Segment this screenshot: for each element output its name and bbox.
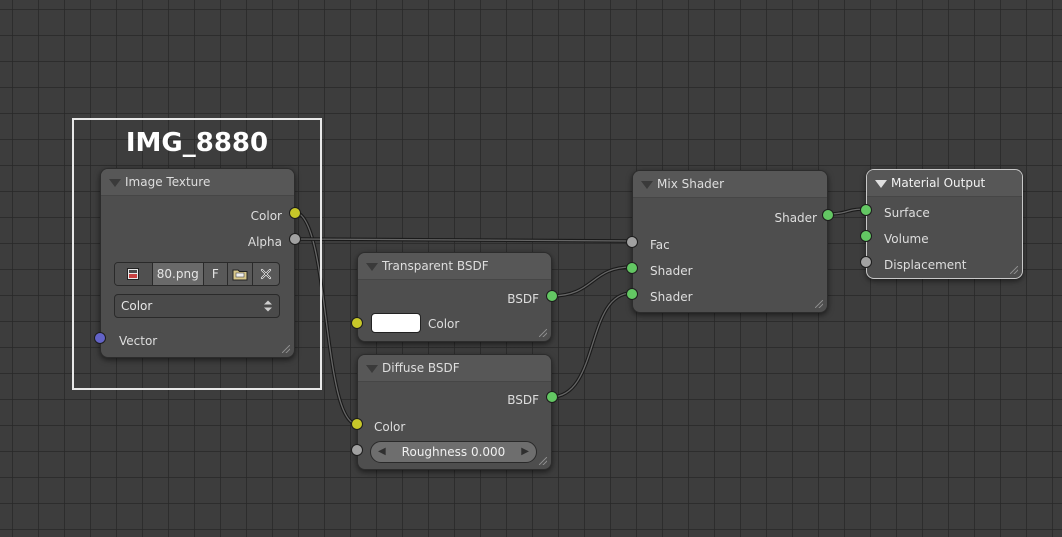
triangle-down-icon[interactable] — [366, 263, 378, 271]
input-socket-color[interactable] — [351, 418, 363, 430]
input-socket-fac[interactable] — [626, 236, 638, 248]
input-socket-volume[interactable] — [860, 230, 872, 242]
folder-icon — [232, 269, 248, 281]
input-label-shader-2: Shader — [650, 290, 693, 304]
input-socket-surface[interactable] — [860, 204, 872, 216]
node-header[interactable]: Image Texture — [101, 169, 294, 196]
resize-handle[interactable] — [539, 329, 547, 337]
image-selector[interactable]: 80.png F — [114, 262, 280, 286]
unlink-image-button[interactable] — [253, 263, 279, 285]
color-space-value: Color — [121, 299, 153, 313]
node-title: Image Texture — [125, 175, 211, 189]
resize-handle[interactable] — [282, 345, 290, 353]
roughness-value: Roughness 0.000 — [401, 445, 506, 459]
triangle-down-icon[interactable] — [109, 179, 121, 187]
image-browse-button[interactable] — [115, 263, 153, 285]
input-socket-roughness[interactable] — [351, 444, 363, 456]
output-socket-color[interactable] — [289, 207, 301, 219]
image-icon — [127, 268, 140, 280]
input-socket-shader-1[interactable] — [626, 262, 638, 274]
color-swatch[interactable] — [371, 313, 421, 333]
input-label-displacement: Displacement — [884, 258, 967, 272]
link-diffuse-to-mix-shader2[interactable] — [549, 291, 634, 399]
triangle-down-icon[interactable] — [875, 180, 887, 188]
input-label-vector: Vector — [119, 334, 158, 348]
resize-handle[interactable] — [815, 300, 823, 308]
diffuse-bsdf-node[interactable]: Diffuse BSDF BSDF Color ◀ Roughness 0.00… — [351, 354, 558, 470]
node-header[interactable]: Material Output — [867, 170, 1022, 197]
output-socket-bsdf[interactable] — [546, 290, 558, 302]
triangle-down-icon[interactable] — [641, 181, 653, 189]
node-header[interactable]: Transparent BSDF — [358, 253, 551, 280]
input-label-volume: Volume — [884, 232, 929, 246]
material-output-node[interactable]: Material Output Surface Volume Displacem… — [860, 169, 1023, 279]
decrement-arrow-icon[interactable]: ◀ — [378, 442, 386, 462]
output-label-bsdf: BSDF — [507, 292, 539, 306]
input-label-fac: Fac — [650, 238, 670, 252]
node-title: Diffuse BSDF — [382, 361, 460, 375]
mix-shader-node[interactable]: Mix Shader Shader Fac Shader Shader — [626, 170, 834, 313]
roughness-slider[interactable]: ◀ Roughness 0.000 ▶ — [370, 441, 537, 463]
open-image-button[interactable] — [228, 263, 254, 285]
node-title: Mix Shader — [657, 177, 725, 191]
transparent-bsdf-node[interactable]: Transparent BSDF BSDF Color — [351, 252, 558, 342]
output-socket-alpha[interactable] — [289, 233, 301, 245]
frame-title: IMG_8880 — [125, 128, 269, 158]
node-title: Transparent BSDF — [382, 259, 489, 273]
input-label-color: Color — [428, 317, 460, 331]
output-socket-bsdf[interactable] — [546, 391, 558, 403]
input-socket-displacement[interactable] — [860, 256, 872, 268]
node-title: Material Output — [891, 176, 986, 190]
input-label-color: Color — [374, 420, 406, 434]
link-transparent-to-mix-shader1[interactable] — [549, 265, 634, 298]
triangle-down-icon[interactable] — [366, 365, 378, 373]
node-header[interactable]: Diffuse BSDF — [358, 355, 551, 382]
output-label-alpha: Alpha — [247, 235, 282, 249]
output-socket-shader[interactable] — [822, 209, 834, 221]
resize-handle[interactable] — [1010, 266, 1018, 274]
resize-handle[interactable] — [539, 457, 547, 465]
input-socket-vector[interactable] — [94, 332, 106, 344]
fake-user-button[interactable]: F — [204, 263, 228, 285]
output-label-bsdf: BSDF — [507, 393, 539, 407]
image-name-field[interactable]: 80.png — [152, 263, 204, 285]
input-label-surface: Surface — [884, 206, 930, 220]
input-label-shader-1: Shader — [650, 264, 693, 278]
close-icon — [261, 268, 272, 280]
node-header[interactable]: Mix Shader — [633, 171, 827, 198]
output-label-shader: Shader — [774, 211, 817, 225]
input-socket-color[interactable] — [351, 317, 363, 329]
link-image-alpha-to-mix-fac[interactable] — [292, 237, 634, 243]
updown-arrows-icon — [264, 300, 272, 312]
output-label-color: Color — [250, 209, 282, 223]
increment-arrow-icon[interactable]: ▶ — [521, 442, 529, 462]
image-texture-node[interactable]: Image Texture Color Alpha 80.png F Color… — [94, 168, 301, 358]
color-space-dropdown[interactable]: Color — [114, 294, 280, 318]
input-socket-shader-2[interactable] — [626, 288, 638, 300]
